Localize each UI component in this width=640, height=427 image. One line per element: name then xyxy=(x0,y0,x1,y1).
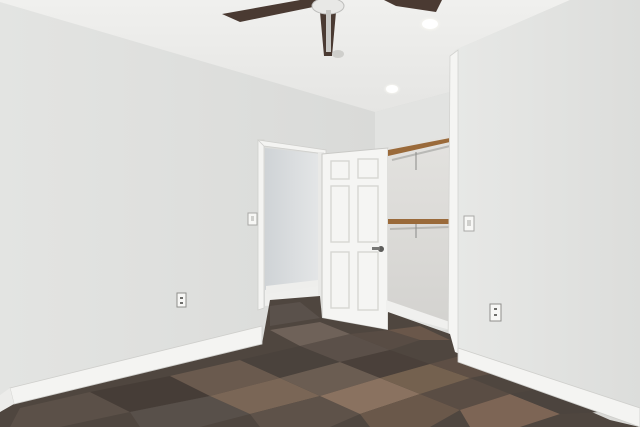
closet-trim xyxy=(447,49,459,363)
room-photo xyxy=(0,0,640,427)
right-wall xyxy=(455,0,640,418)
closet-shelf-bottom xyxy=(388,219,450,224)
walk-in-closet xyxy=(386,136,451,330)
open-door[interactable] xyxy=(321,147,389,331)
power-outlet-left xyxy=(176,292,187,308)
power-outlet-right xyxy=(489,303,502,322)
hallway-wall xyxy=(265,148,320,298)
